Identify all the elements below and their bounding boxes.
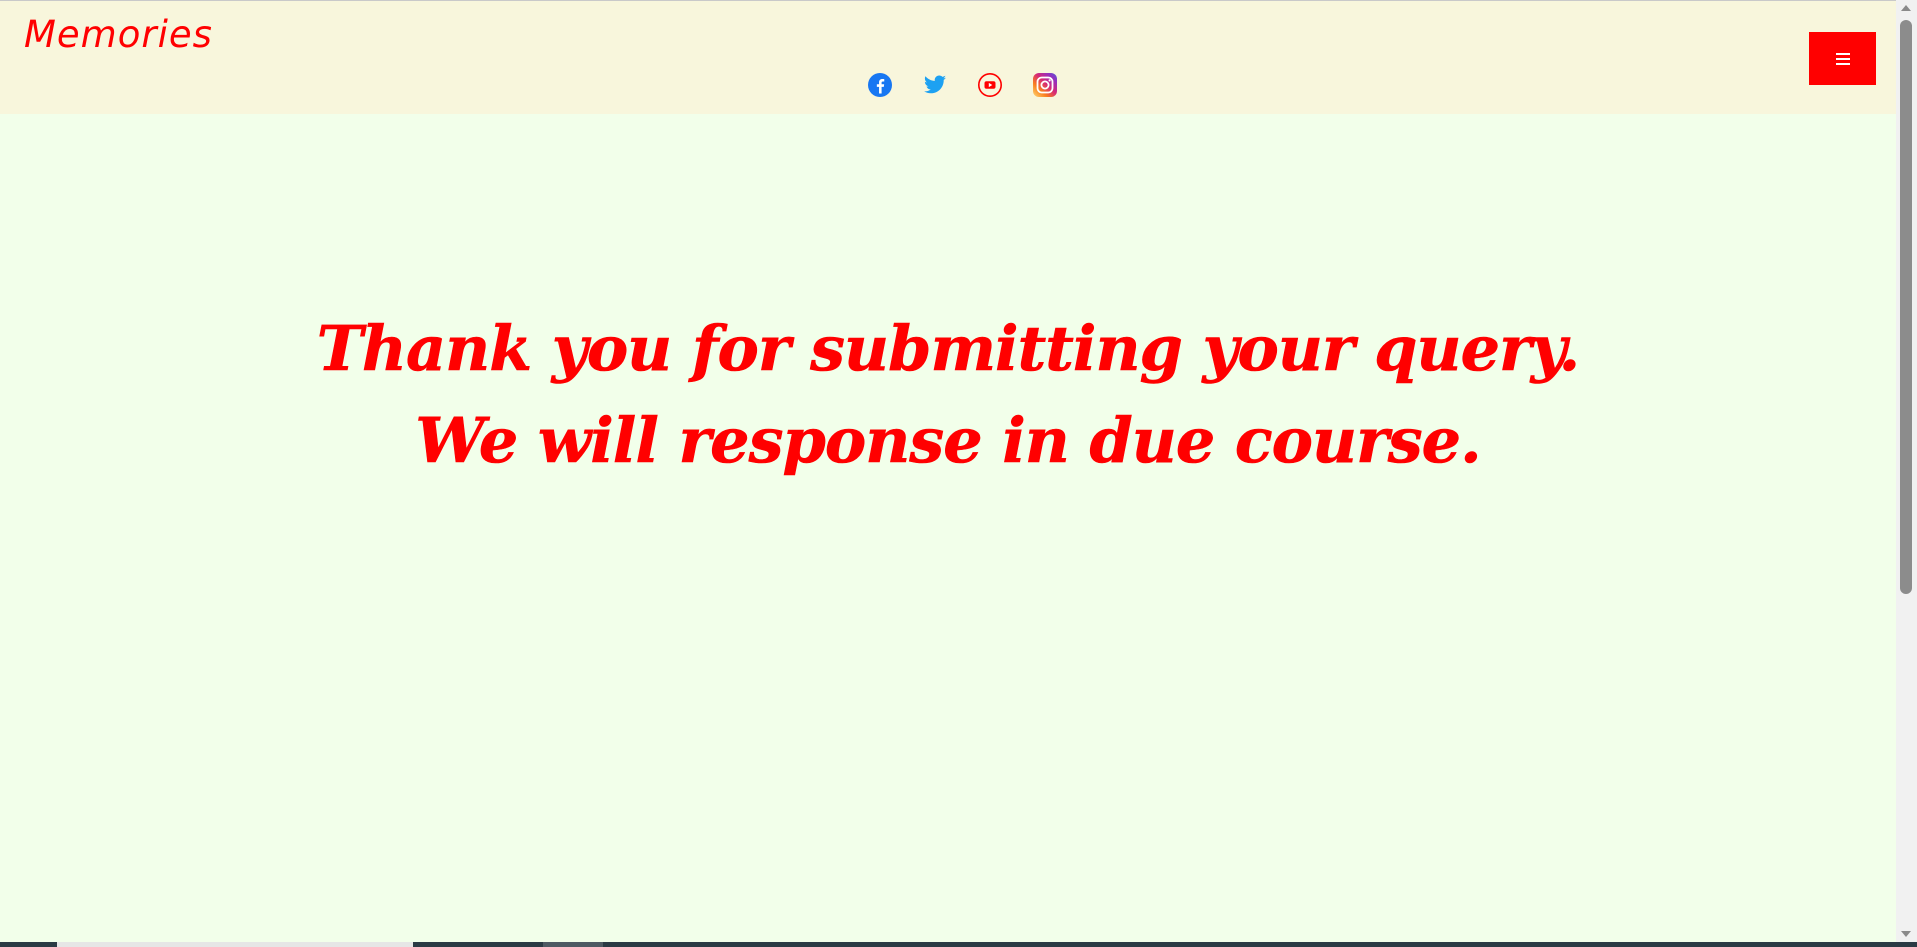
taskbar-item[interactable]: [57, 942, 413, 947]
site-brand[interactable]: Memories: [24, 13, 213, 56]
scroll-up-icon[interactable]: [1901, 5, 1911, 11]
site-header: Memories: [0, 1, 1896, 114]
instagram-icon[interactable]: [1030, 70, 1060, 100]
facebook-icon[interactable]: [865, 70, 895, 100]
taskbar-strip: [0, 942, 1917, 947]
menu-button[interactable]: [1809, 32, 1876, 85]
vertical-scrollbar[interactable]: [1896, 0, 1917, 942]
main-content: Thank you for submitting your query. We …: [0, 114, 1896, 942]
hamburger-icon: [1835, 52, 1850, 65]
scroll-thumb[interactable]: [1900, 20, 1912, 594]
message-line-1: Thank you for submitting your query.: [316, 312, 1580, 386]
twitter-icon[interactable]: [920, 70, 950, 100]
youtube-icon[interactable]: [975, 70, 1005, 100]
social-links: [865, 70, 1060, 100]
confirmation-message: Thank you for submitting your query. We …: [0, 303, 1896, 487]
scroll-down-icon[interactable]: [1901, 931, 1911, 937]
message-line-2: We will response in due course.: [415, 404, 1482, 478]
taskbar-item[interactable]: [543, 942, 603, 947]
